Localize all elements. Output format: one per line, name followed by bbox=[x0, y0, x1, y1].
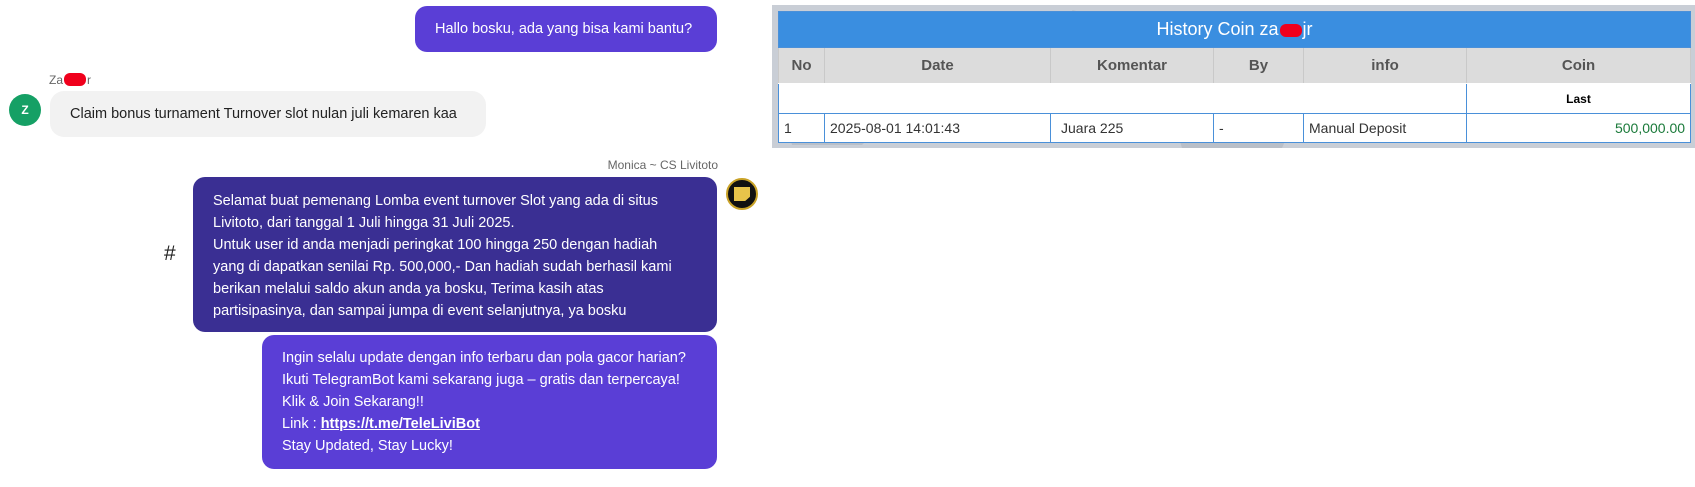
agent-message-line: Livitoto, dari tanggal 1 Juli hingga 31 … bbox=[213, 215, 515, 231]
column-header-komentar: Komentar bbox=[1050, 47, 1214, 84]
agent-name: Monica ~ CS Livitoto bbox=[607, 158, 718, 172]
agent-message-bubble: Selamat buat pemenang Lomba event turnov… bbox=[193, 177, 717, 332]
column-header-coin: Coin bbox=[1465, 47, 1692, 84]
history-coin-panel: History Coin za jr No Date Komentar By in… bbox=[772, 5, 1695, 148]
telegram-link[interactable]: https://t.me/TeleLiviBot bbox=[321, 416, 480, 432]
promo-link-line: Link : https://t.me/TeleLiviBot bbox=[282, 416, 480, 432]
cell-info: Manual Deposit bbox=[1303, 113, 1467, 143]
column-header-date: Date bbox=[824, 47, 1051, 84]
promo-line: Ikuti TelegramBot kami sekarang juga – g… bbox=[282, 372, 680, 388]
subheader-spacer bbox=[778, 83, 1467, 114]
column-header-info: info bbox=[1303, 47, 1467, 84]
agent-avatar bbox=[726, 178, 758, 210]
cell-coin: 500,000.00 bbox=[1465, 113, 1692, 143]
redaction-mark bbox=[1279, 24, 1302, 37]
agent-message-line: partisipasinya, dan sampai jumpa di even… bbox=[213, 303, 627, 319]
greeting-text: Hallo bosku, ada yang bisa kami bantu? bbox=[435, 21, 693, 37]
promo-message-bubble: Ingin selalu update dengan info terbaru … bbox=[262, 335, 717, 469]
hash-icon: # bbox=[164, 242, 176, 265]
redaction-mark bbox=[64, 73, 87, 86]
cell-by: - bbox=[1213, 113, 1304, 143]
agent-message-line: Untuk user id anda menjadi peringkat 100… bbox=[213, 237, 658, 253]
promo-line: Klik & Join Sekarang!! bbox=[282, 394, 424, 410]
agent-message-line: yang di dapatkan senilai Rp. 500,000,- D… bbox=[213, 259, 672, 275]
user-avatar: Z bbox=[9, 94, 41, 126]
cell-komentar: Juara 225 bbox=[1050, 113, 1214, 143]
column-header-no: No bbox=[778, 47, 825, 84]
cell-date: 2025-08-01 14:01:43 bbox=[824, 113, 1051, 143]
promo-line: Ingin selalu update dengan info terbaru … bbox=[282, 350, 686, 366]
livitoto-logo-icon bbox=[734, 187, 750, 201]
user-message-bubble: Claim bonus turnament Turnover slot nula… bbox=[50, 91, 486, 137]
column-header-by: By bbox=[1213, 47, 1304, 84]
user-name: Za r bbox=[49, 73, 92, 87]
user-message-text: Claim bonus turnament Turnover slot nula… bbox=[70, 106, 457, 122]
agent-message-line: berikan melalui saldo akun anda ya bosku… bbox=[213, 281, 604, 297]
agent-greeting-bubble: Hallo bosku, ada yang bisa kami bantu? bbox=[415, 6, 717, 52]
cell-no: 1 bbox=[778, 113, 825, 143]
promo-line: Stay Updated, Stay Lucky! bbox=[282, 438, 453, 454]
last-label: Last bbox=[1465, 83, 1692, 114]
agent-message-line: Selamat buat pemenang Lomba event turnov… bbox=[213, 193, 658, 209]
history-coin-title: History Coin za jr bbox=[777, 11, 1692, 48]
table-row: 1 2025-08-01 14:01:43 Juara 225 - Manual… bbox=[778, 113, 1692, 143]
history-coin-table: History Coin za jr No Date Komentar By in… bbox=[777, 11, 1692, 143]
